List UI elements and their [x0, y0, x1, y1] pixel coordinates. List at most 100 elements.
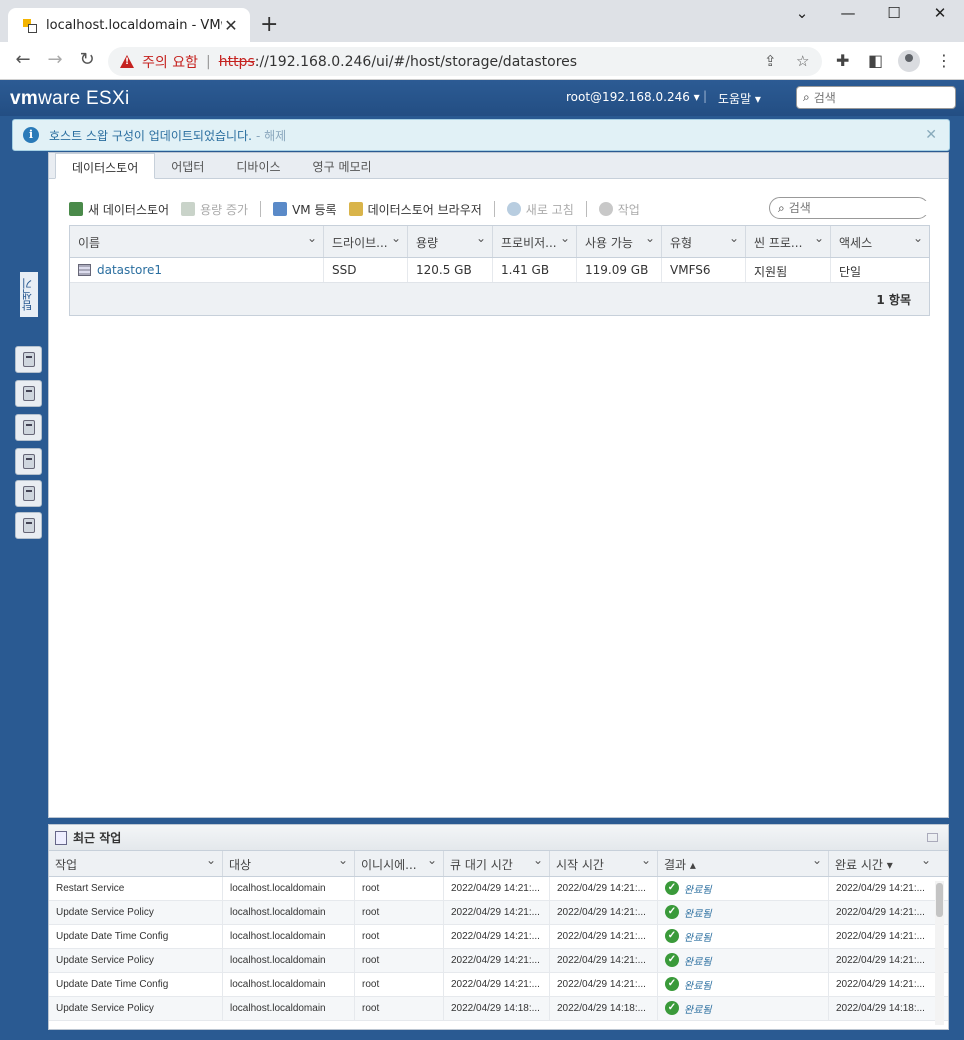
host-icon[interactable]: [15, 346, 42, 373]
column-header-target[interactable]: 대상: [223, 851, 355, 876]
column-header-provisioned[interactable]: 프로비저...: [493, 226, 577, 257]
new-tab-button[interactable]: +: [260, 14, 278, 36]
task-name-cell: Update Service Policy: [49, 901, 223, 924]
help-menu[interactable]: 도움말 ▾: [718, 90, 761, 107]
column-header-result[interactable]: 결과 ▴: [658, 851, 829, 876]
column-header-completed[interactable]: 완료 시간 ▾: [829, 851, 937, 876]
header-search-input[interactable]: [813, 90, 964, 105]
table-row[interactable]: Update Date Time Config localhost.localdo…: [49, 925, 948, 949]
recent-tasks-panel: 최근 작업 작업 대상 이니시에... 큐 대기 시간 시작 시간 결과 ▴ 완…: [48, 824, 949, 1030]
task-name-cell: Update Date Time Config: [49, 925, 223, 948]
esxi-app: i 호스트 스왑 구성이 업데이트되었습니다. - 해제 ✕ 탐색기 데이터스토…: [0, 116, 964, 1040]
scroll-thumb[interactable]: [936, 883, 943, 917]
target-cell: localhost.localdomain: [223, 949, 355, 972]
tab-devices[interactable]: 디바이스: [220, 153, 296, 179]
tab-title: localhost.localdomain - VMware: [46, 17, 222, 33]
header-divider: |: [703, 89, 708, 103]
increase-capacity-button[interactable]: 용량 증가: [181, 201, 248, 218]
table-row[interactable]: Update Service Policy localhost.localdoma…: [49, 997, 948, 1021]
warning-triangle-icon[interactable]: !: [120, 55, 134, 68]
search-icon: ⌕: [803, 90, 810, 104]
initiator-cell: root: [355, 925, 444, 948]
result-cell[interactable]: ✓ 완료됨: [658, 925, 829, 948]
queued-time-cell: 2022/04/29 14:21:...: [444, 877, 550, 900]
tab-search-chevron-icon[interactable]: ⌄: [782, 4, 822, 22]
result-cell[interactable]: ✓ 완료됨: [658, 949, 829, 972]
gear-icon: [598, 202, 613, 216]
datastore-browser-icon: [348, 202, 363, 216]
datastore-search-input[interactable]: [788, 201, 939, 215]
virtual-machines-icon[interactable]: [15, 448, 42, 475]
address-bar[interactable]: ! 주의 요함 | https://192.168.0.246/ui/#/hos…: [108, 47, 822, 76]
column-header-name[interactable]: 이름: [70, 226, 324, 257]
task-list-icon: [55, 830, 67, 845]
browser-tab[interactable]: localhost.localdomain - VMware ✕: [8, 8, 250, 42]
maximize-button[interactable]: ☐: [874, 4, 914, 22]
result-cell[interactable]: ✓ 완료됨: [658, 997, 829, 1020]
datastore-browser-button[interactable]: 데이터스토어 브라우저: [348, 201, 482, 218]
browser-menu-icon[interactable]: ⋮: [936, 51, 952, 70]
column-header-task[interactable]: 작업: [49, 851, 223, 876]
tab-persistent-memory[interactable]: 영구 메모리: [297, 153, 388, 179]
navigator-toggle[interactable]: 탐색기: [20, 272, 38, 317]
browser-tabstrip: localhost.localdomain - VMware ✕ + ⌄ — ☐…: [0, 0, 964, 42]
access-cell: 단일: [839, 265, 862, 279]
url-text: ://192.168.0.246/ui/#/host/storage/datas…: [254, 53, 578, 70]
tasks-button[interactable]: 작업: [598, 201, 640, 218]
new-datastore-icon: [69, 202, 83, 216]
recent-tasks-header[interactable]: 최근 작업: [49, 825, 948, 851]
tab-adapters[interactable]: 어댑터: [155, 153, 220, 179]
queued-time-cell: 2022/04/29 14:18:...: [444, 997, 550, 1020]
header-search[interactable]: ⌕ ▼: [796, 86, 964, 109]
column-header-free[interactable]: 사용 가능: [577, 226, 662, 257]
datastore-name-cell[interactable]: datastore1: [70, 258, 324, 282]
refresh-button[interactable]: 새로 고침: [506, 201, 574, 218]
close-tab-icon[interactable]: ✕: [222, 16, 240, 35]
completed-time-cell: 2022/04/29 14:21:...: [836, 907, 925, 918]
datastore-search[interactable]: ⌕: [769, 197, 939, 219]
extensions-puzzle-icon[interactable]: ✚: [836, 51, 849, 70]
table-row[interactable]: Restart Service localhost.localdomain root…: [49, 877, 948, 901]
monitor-icon[interactable]: [15, 414, 42, 441]
close-icon[interactable]: ✕: [925, 127, 937, 143]
completed-time-cell: 2022/04/29 14:21:...: [836, 883, 925, 894]
minimize-button[interactable]: —: [828, 4, 868, 22]
table-row[interactable]: datastore1 SSD 120.5 GB 1.41 GB 119.09 G…: [70, 258, 929, 283]
column-header-queued[interactable]: 큐 대기 시간: [444, 851, 550, 876]
column-header-thin-provisioning[interactable]: 씬 프로...: [746, 226, 831, 257]
forward-arrow-icon[interactable]: →: [44, 50, 66, 70]
result-cell[interactable]: ✓ 완료됨: [658, 973, 829, 996]
manage-icon[interactable]: [15, 380, 42, 407]
browser-toolbar: ← → ↻ ! 주의 요함 | https://192.168.0.246/ui…: [0, 42, 964, 80]
maximize-panel-icon[interactable]: [927, 833, 938, 842]
new-datastore-button[interactable]: 새 데이터스토어: [69, 201, 169, 218]
table-row[interactable]: Update Date Time Config localhost.localdo…: [49, 973, 948, 997]
column-header-type[interactable]: 유형: [662, 226, 746, 257]
column-header-access[interactable]: 액세스: [831, 226, 929, 257]
side-panel-icon[interactable]: ◧: [868, 51, 883, 70]
share-icon[interactable]: ⇪: [764, 52, 777, 70]
task-name-cell: Update Service Policy: [49, 949, 223, 972]
dismiss-link[interactable]: - 해제: [256, 127, 286, 144]
table-row[interactable]: Update Service Policy localhost.localdoma…: [49, 949, 948, 973]
result-cell[interactable]: ✓ 완료됨: [658, 901, 829, 924]
storage-icon[interactable]: [15, 512, 42, 539]
column-header-initiator[interactable]: 이니시에...: [355, 851, 444, 876]
reload-icon[interactable]: ↻: [76, 50, 98, 70]
networking-icon[interactable]: [15, 480, 42, 507]
result-cell[interactable]: ✓ 완료됨: [658, 877, 829, 900]
initiator-cell: root: [355, 997, 444, 1020]
tab-datastores[interactable]: 데이터스토어: [55, 153, 156, 179]
back-arrow-icon[interactable]: ←: [12, 50, 34, 70]
column-header-drive[interactable]: 드라이브...: [324, 226, 408, 257]
table-row[interactable]: Update Service Policy localhost.localdoma…: [49, 901, 948, 925]
bookmark-star-icon[interactable]: ☆: [796, 52, 809, 70]
tasks-scrollbar[interactable]: [935, 881, 944, 1025]
register-vm-button[interactable]: VM 등록: [273, 201, 337, 218]
profile-avatar-icon[interactable]: [898, 50, 920, 72]
column-header-capacity[interactable]: 용량: [408, 226, 493, 257]
user-menu[interactable]: root@192.168.0.246 ▾: [566, 90, 700, 104]
close-window-button[interactable]: ✕: [920, 4, 960, 22]
security-warning[interactable]: 주의 요함: [142, 52, 198, 72]
column-header-started[interactable]: 시작 시간: [550, 851, 658, 876]
